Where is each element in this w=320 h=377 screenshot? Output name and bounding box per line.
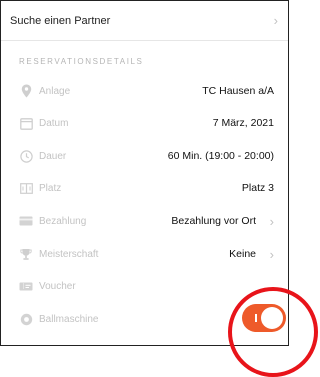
voucher-icon <box>19 279 33 293</box>
ball-machine-icon <box>19 312 33 326</box>
detail-row-voucher[interactable]: Voucher <box>1 270 288 302</box>
voucher-label: Voucher <box>39 280 76 292</box>
section-title: RESERVATIONSDETAILS <box>19 57 144 66</box>
datum-value: 7 März, 2021 <box>212 117 274 129</box>
datum-label: Datum <box>39 117 69 129</box>
location-pin-icon <box>19 84 33 98</box>
detail-row-dauer: Dauer 60 Min. (19:00 - 20:00) <box>1 140 288 172</box>
reservation-panel: Suche einen Partner › RESERVATIONSDETAIL… <box>0 0 289 346</box>
platz-value: Platz 3 <box>241 182 274 194</box>
detail-row-platz: Platz Platz 3 <box>1 172 288 204</box>
chevron-right-icon: › <box>269 213 274 229</box>
detail-row-bezahlung[interactable]: Bezahlung Bezahlung vor Ort › <box>1 205 288 237</box>
ballmaschine-label: Ballmaschine <box>39 313 99 325</box>
platz-label: Platz <box>39 182 62 194</box>
dauer-value: 60 Min. (19:00 - 20:00) <box>167 150 274 162</box>
detail-row-meisterschaft[interactable]: Meisterschaft Keine › <box>1 238 288 270</box>
chevron-right-icon: › <box>269 246 274 262</box>
anlage-label: Anlage <box>39 85 71 97</box>
meisterschaft-label: Meisterschaft <box>39 248 99 260</box>
calendar-icon <box>19 116 33 130</box>
toggle-knob <box>261 307 283 329</box>
meisterschaft-value: Keine <box>229 248 256 260</box>
bezahlung-value: Bezahlung vor Ort <box>171 215 256 227</box>
dauer-label: Dauer <box>39 150 67 162</box>
ballmaschine-toggle[interactable] <box>242 304 286 332</box>
bezahlung-label: Bezahlung <box>39 215 87 227</box>
search-partner-label: Suche einen Partner <box>10 14 111 27</box>
anlage-value: TC Hausen a/A <box>202 85 274 97</box>
clock-icon <box>19 149 33 163</box>
credit-card-icon <box>19 214 33 228</box>
toggle-on-indicator <box>255 314 257 322</box>
detail-row-datum: Datum 7 März, 2021 <box>1 107 288 139</box>
chevron-right-icon: › <box>273 13 278 28</box>
court-icon <box>19 181 33 195</box>
detail-row-anlage: Anlage TC Hausen a/A <box>1 75 288 107</box>
search-partner-row[interactable]: Suche einen Partner › <box>1 1 288 41</box>
trophy-icon <box>19 247 33 261</box>
